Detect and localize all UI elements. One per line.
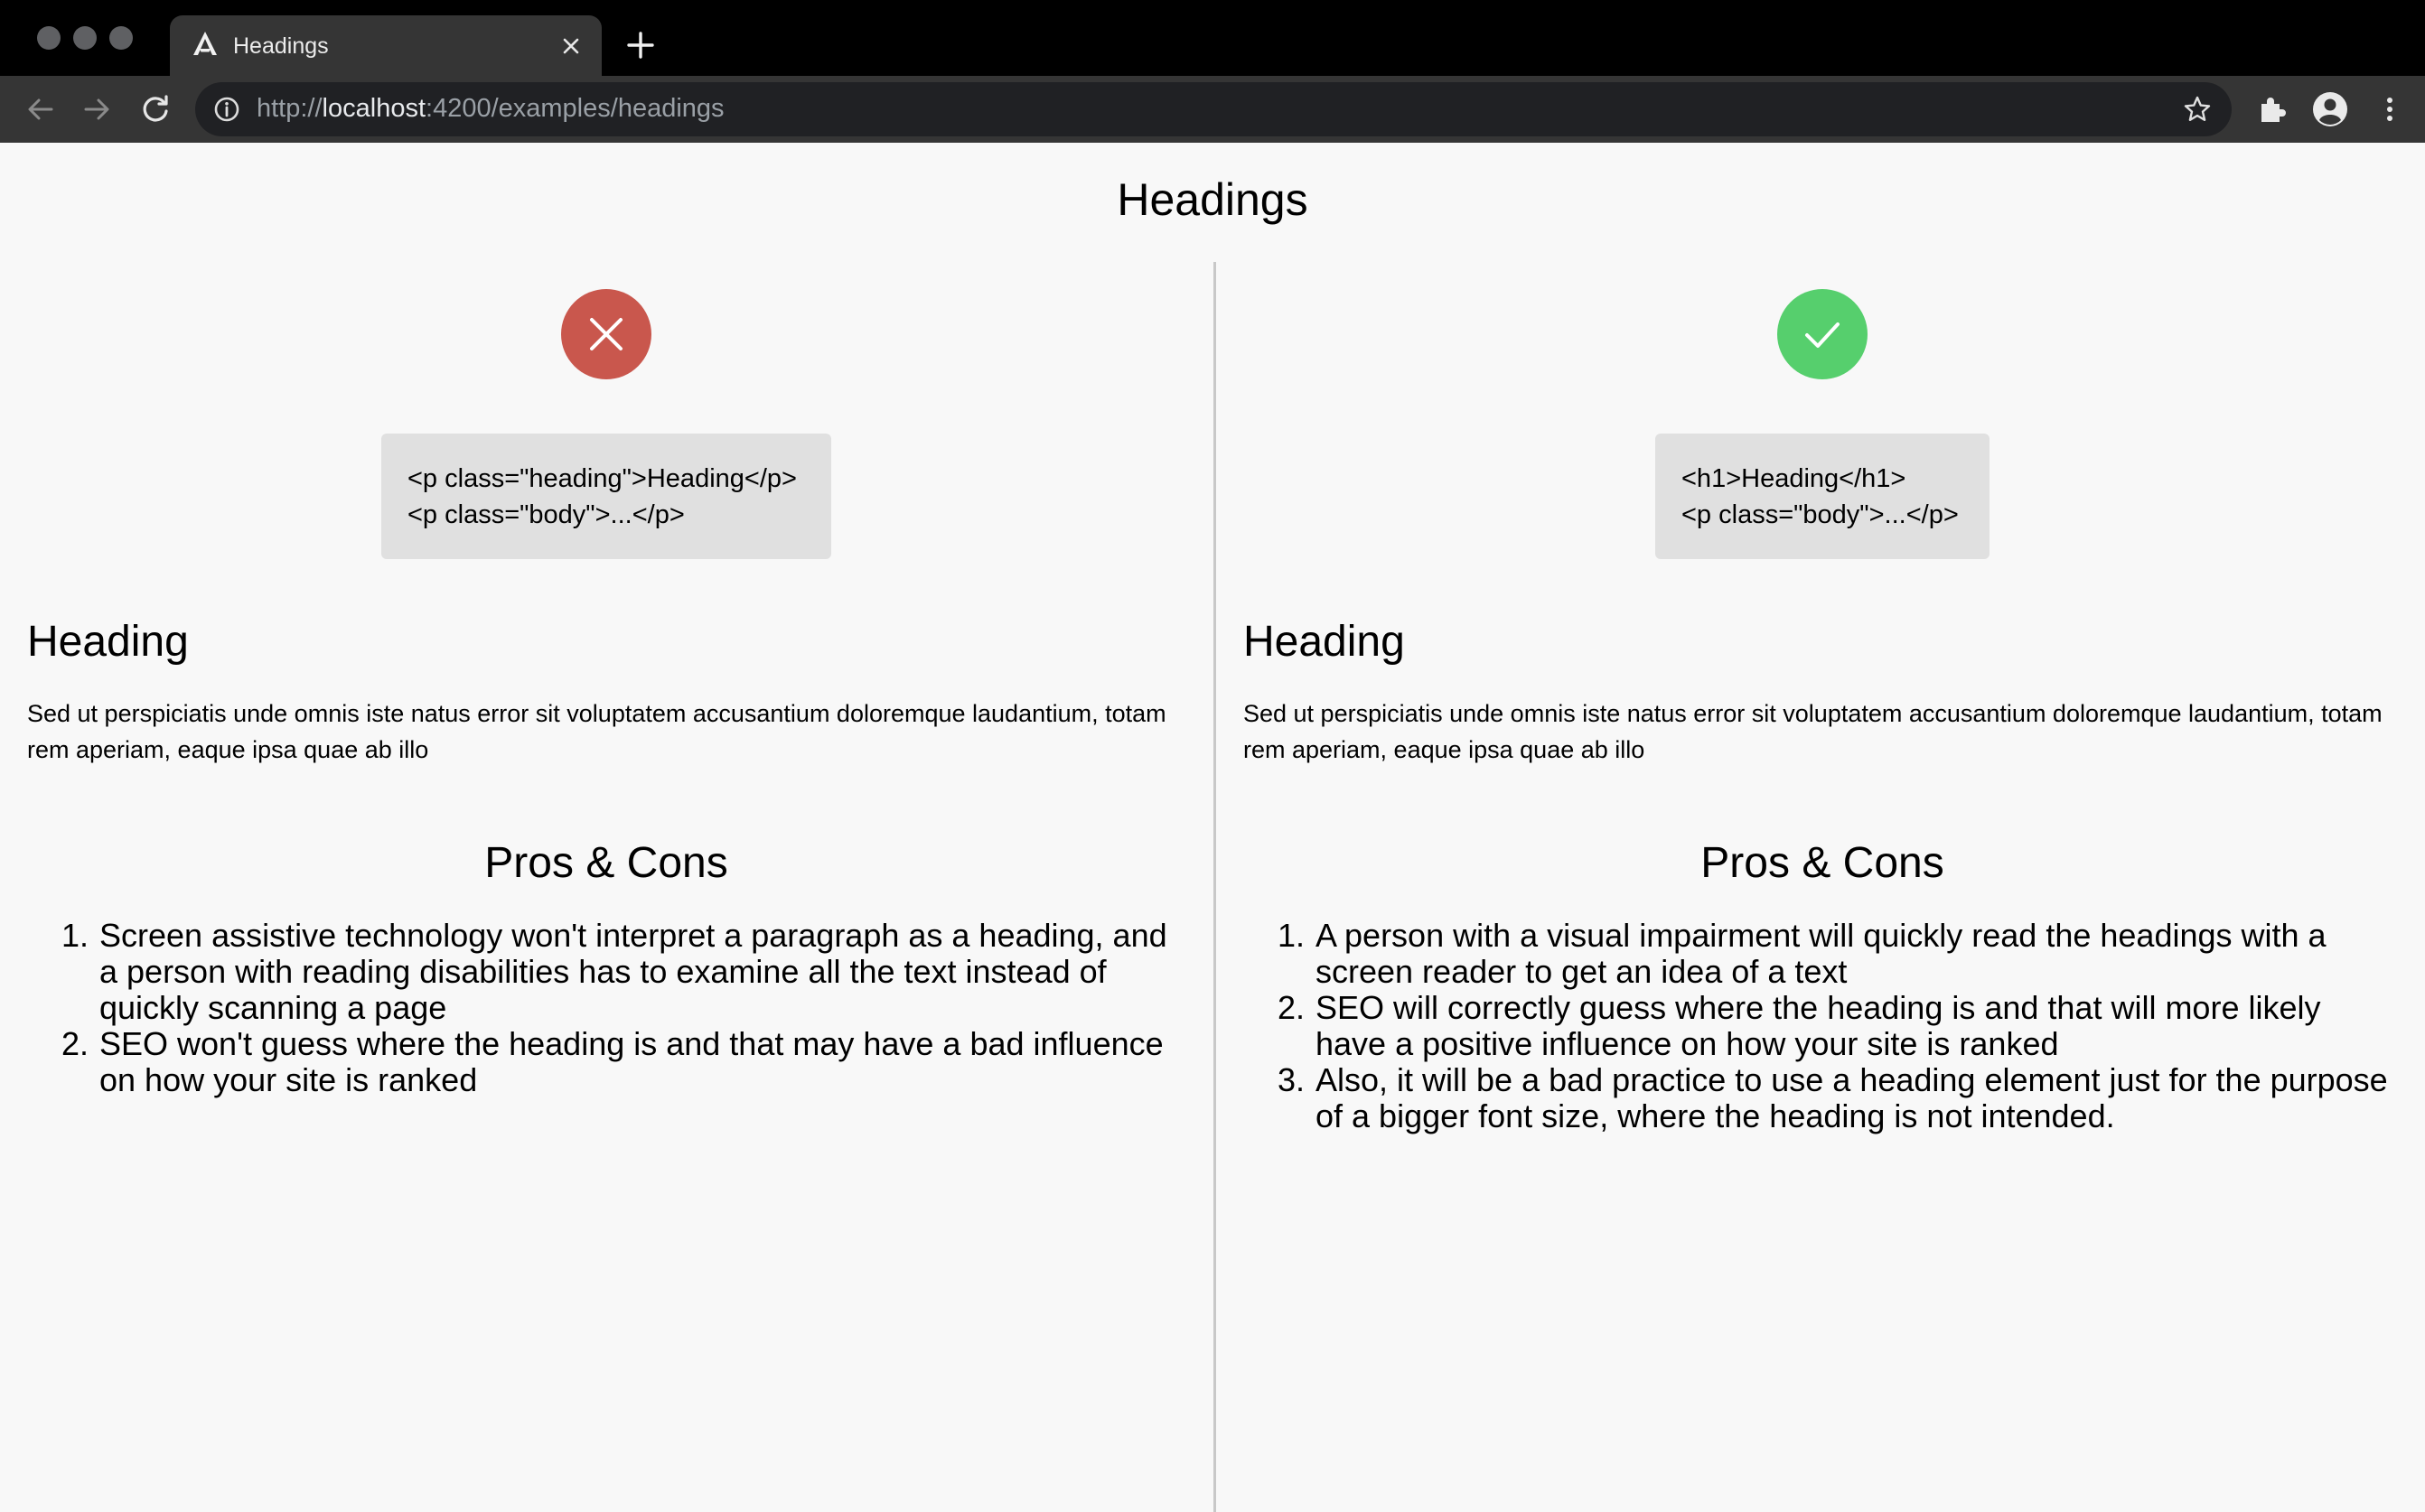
close-tab-icon[interactable] xyxy=(558,33,584,59)
good-code-snippet: <h1>Heading</h1> <p class="body">...</p> xyxy=(1655,434,1990,559)
window-close-dot[interactable] xyxy=(37,26,61,50)
list-number: 2. xyxy=(1278,989,1306,1026)
pros-cons-title: Pros & Cons xyxy=(484,839,728,887)
list-item-text: Also, it will be a bad practice to use a… xyxy=(1315,1061,2388,1134)
angular-logo-icon xyxy=(193,32,217,55)
profile-icon[interactable] xyxy=(2311,90,2349,128)
extensions-icon[interactable] xyxy=(2253,90,2291,128)
list-item-text: Screen assistive technology won't interp… xyxy=(99,917,1167,1026)
browser-toolbar: http://localhost:4200/examples/headings xyxy=(0,76,2425,143)
list-number: 2. xyxy=(61,1025,89,1062)
reload-icon[interactable] xyxy=(138,92,173,126)
star-icon[interactable] xyxy=(2183,95,2212,124)
code-line: <p class="body">...</p> xyxy=(1681,500,1959,529)
list-item-text: A person with a visual impairment will q… xyxy=(1315,917,2327,990)
url-path: :4200/examples/headings xyxy=(426,94,725,123)
demo-body-text: Sed ut perspiciatis unde omnis iste natu… xyxy=(27,700,1166,763)
cross-icon xyxy=(590,318,623,350)
pros-cons-list: 1. A person with a visual impairment will… xyxy=(1278,918,2398,1134)
menu-dots-icon[interactable] xyxy=(2371,90,2409,128)
code-line: <p class="heading">Heading</p> xyxy=(407,464,797,493)
pros-cons-list: 1. Screen assistive technology won't inte… xyxy=(61,918,1182,1098)
window-minimize-dot[interactable] xyxy=(73,26,97,50)
pros-cons-title: Pros & Cons xyxy=(1700,839,1944,887)
list-item: 1. Screen assistive technology won't inte… xyxy=(61,918,1182,1026)
demo-body-text: Sed ut perspiciatis unde omnis iste natu… xyxy=(1243,700,2383,763)
code-line: <h1>Heading</h1> xyxy=(1681,464,1906,493)
code-line: <p class="body">...</p> xyxy=(407,500,685,529)
page-content: Headings <p class="heading">Heading</p> … xyxy=(0,143,2425,1512)
browser-tab[interactable]: Headings xyxy=(170,15,602,76)
tab-title: Headings xyxy=(233,33,329,59)
list-item-text: SEO won't guess where the heading is and… xyxy=(99,1025,1164,1098)
forward-arrow-icon[interactable] xyxy=(80,92,114,126)
list-item: 2. SEO will correctly guess where the hea… xyxy=(1278,990,2398,1062)
list-item: 3. Also, it will be a bad practice to use… xyxy=(1278,1062,2398,1134)
list-item: 2. SEO won't guess where the heading is a… xyxy=(61,1026,1182,1098)
url-scheme: http:// xyxy=(257,94,323,123)
window-zoom-dot[interactable] xyxy=(109,26,133,50)
back-arrow-icon[interactable] xyxy=(23,92,58,126)
address-bar[interactable]: http://localhost:4200/examples/headings xyxy=(195,82,2232,136)
list-number: 1. xyxy=(1278,917,1306,954)
new-tab-icon[interactable] xyxy=(625,30,656,61)
good-status-badge xyxy=(1777,289,1868,379)
good-example-column: <h1>Heading</h1> <p class="body">...</p>… xyxy=(1216,143,2425,1512)
checkmark-icon xyxy=(1805,322,1840,348)
list-number: 1. xyxy=(61,917,89,954)
list-number: 3. xyxy=(1278,1061,1306,1098)
info-icon[interactable] xyxy=(213,96,240,123)
demo-heading: Heading xyxy=(27,618,189,666)
list-item: 1. A person with a visual impairment will… xyxy=(1278,918,2398,990)
list-item-text: SEO will correctly guess where the headi… xyxy=(1315,989,2321,1062)
bad-code-snippet: <p class="heading">Heading</p> <p class=… xyxy=(381,434,831,559)
url-text[interactable]: http://localhost:4200/examples/headings xyxy=(257,94,725,124)
bad-status-badge xyxy=(561,289,651,379)
bad-example-column: <p class="heading">Heading</p> <p class=… xyxy=(0,143,1212,1512)
browser-tab-bar: Headings xyxy=(0,0,2425,76)
demo-heading: Heading xyxy=(1243,618,1405,666)
url-host: localhost xyxy=(322,94,426,123)
